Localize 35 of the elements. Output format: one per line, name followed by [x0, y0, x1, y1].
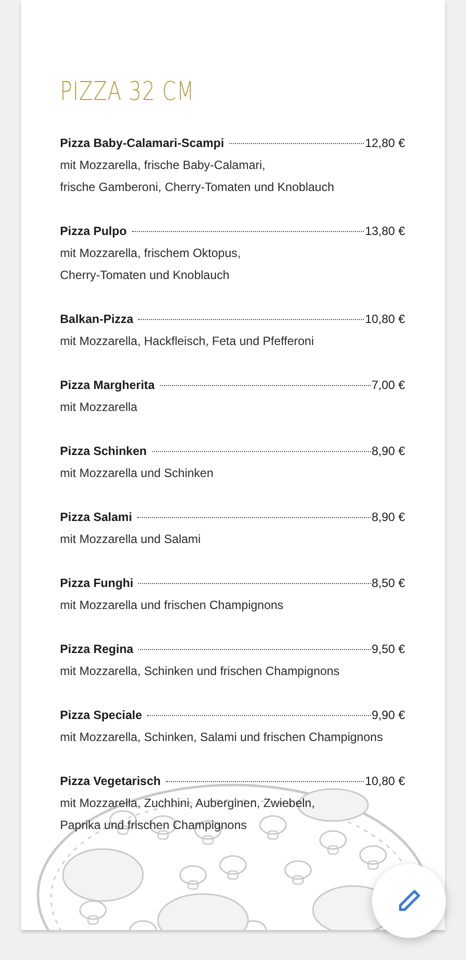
dish-description: mit Mozzarella, Schinken, Salami und frischen Champignons — [60, 729, 384, 746]
dish-name: Pizza Speciale — [60, 707, 144, 724]
dish-name: Pizza Regina — [60, 641, 134, 658]
dish-price: 10,80 € — [364, 773, 405, 790]
dish-description: mit Mozzarella, Hackfleisch, Feta und Pfefferoni — [60, 333, 315, 350]
dish-description: mit Mozzarella und frischen Champignons — [60, 597, 284, 614]
dish-description: mit Mozzarella, frischem Oktopus, — [60, 245, 242, 262]
dish-name: Balkan-Pizza — [60, 311, 134, 328]
dish-name: Pizza Baby-Calamari-Scampi — [60, 135, 226, 152]
dish-description: Paprika und frischen Champignons — [60, 817, 248, 834]
dish-description: Cherry-Tomaten und Knoblauch — [60, 267, 230, 284]
dish-name: Pizza Schinken — [60, 443, 148, 460]
dish-price: 7,00 € — [370, 377, 405, 394]
dish-name: Pizza Margherita — [60, 377, 156, 394]
dish-description: mit Mozzarella, Zuchhini, Auberginen, Zwiebeln, — [60, 795, 316, 812]
section-title: PIZZA 32 CM — [60, 76, 195, 108]
dish-price: 8,90 € — [370, 509, 405, 526]
dish-name: Pizza Pulpo — [60, 223, 128, 240]
dish-description: mit Mozzarella und Schinken — [60, 465, 214, 482]
dish-price: 13,80 € — [364, 223, 405, 240]
dish-description: mit Mozzarella — [60, 399, 138, 416]
dish-name: Pizza Salami — [60, 509, 134, 526]
dish-price: 8,90 € — [370, 443, 405, 460]
dish-price: 8,50 € — [370, 575, 405, 592]
dish-name: Pizza Vegetarisch — [60, 773, 162, 790]
dish-price: 9,90 € — [370, 707, 405, 724]
dish-description: mit Mozzarella, Schinken und frischen Champignons — [60, 663, 340, 680]
dish-description: frische Gamberoni, Cherry-Tomaten und Knoblauch — [60, 179, 336, 196]
dish-price: 9,50 € — [370, 641, 405, 658]
dish-description: mit Mozzarella, frische Baby-Calamari, — [60, 157, 266, 174]
dish-price: 10,80 € — [364, 311, 405, 328]
dish-name: Pizza Funghi — [60, 575, 134, 592]
dish-description: mit Mozzarella und Salami — [60, 531, 202, 548]
pencil-icon — [396, 888, 422, 914]
dish-price: 12,80 € — [364, 135, 405, 152]
